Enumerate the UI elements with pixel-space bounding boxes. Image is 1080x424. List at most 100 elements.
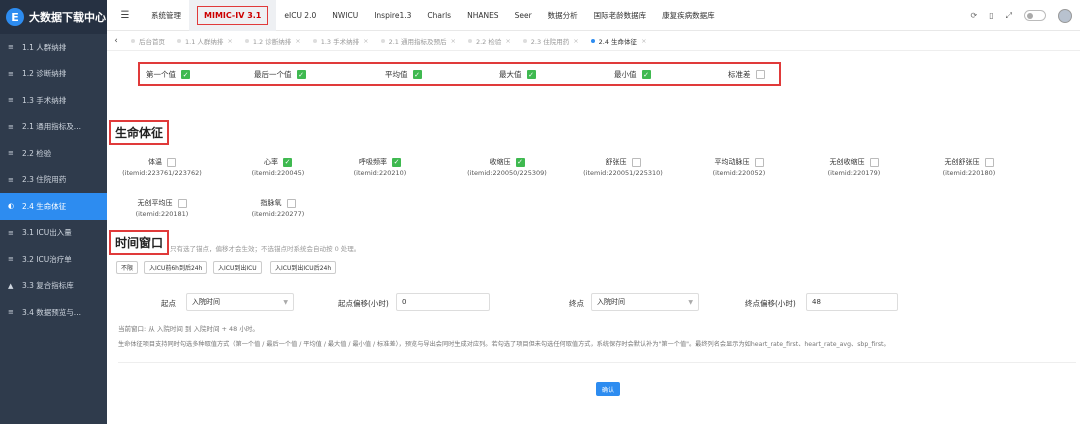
theme-toggle[interactable] — [1024, 10, 1046, 21]
divider — [118, 362, 1076, 363]
quick-btn-icu-6h-24h[interactable]: 入ICU前6h到后24h — [144, 261, 208, 274]
sidebar-item-3-3[interactable]: ▲ 3.3 复合指标库 — [0, 273, 107, 300]
confirm-button[interactable]: 确认 — [596, 382, 620, 396]
nav-tab-aging-db[interactable]: 国际老龄数据库 — [586, 0, 655, 31]
sidebar-item-label: 2.2 检验 — [22, 148, 52, 158]
agg-last[interactable]: 最后一个值 ✓ — [254, 69, 306, 80]
vital-label: 体温 — [148, 158, 162, 166]
checkbox[interactable]: ✓ — [641, 70, 651, 79]
end-select[interactable]: 入院时间 ▼ — [591, 293, 699, 311]
dot-icon — [380, 38, 385, 43]
vital-temperature[interactable]: 体温 (itemid:223761/223762) — [106, 157, 218, 179]
vital-itemid: (itemid:223761/223762) — [122, 169, 202, 177]
nav-tab-nwicu[interactable]: NWICU — [324, 0, 366, 31]
close-icon[interactable]: × — [295, 37, 300, 45]
vital-resp-rate[interactable]: 呼吸频率 ✓ (itemid:220210) — [324, 157, 436, 179]
quick-btn-icu-out-24h[interactable]: 入ICU到出ICU后24h — [270, 261, 337, 274]
page-tab-1-2[interactable]: 1.2 诊断纳排 × — [239, 36, 307, 46]
refresh-icon[interactable]: ⟳ — [970, 11, 977, 20]
agg-min[interactable]: 最小值 ✓ — [614, 69, 651, 80]
vital-itemid: (itemid:220179) — [827, 169, 881, 177]
fullscreen-icon[interactable]: ⤢ — [1006, 11, 1012, 21]
sidebar-item-2-3[interactable]: ≡ 2.3 住院用药 — [0, 167, 107, 194]
nav-tab-system[interactable]: 系统管理 — [143, 0, 189, 31]
checkbox[interactable]: ✓ — [526, 70, 536, 79]
quick-btn-icu-in-out[interactable]: 入ICU到出ICU — [213, 261, 262, 274]
page-tab-1-1[interactable]: 1.1 人群纳排 × — [171, 36, 239, 46]
page-tab-2-3[interactable]: 2.3 住院用药 × — [517, 36, 585, 46]
avatar[interactable] — [1058, 8, 1072, 23]
vital-map[interactable]: 平均动脉压 (itemid:220052) — [683, 157, 795, 179]
start-select[interactable]: 入院时间 ▼ — [186, 293, 294, 311]
checkbox[interactable] — [755, 70, 765, 79]
checkbox[interactable]: ✓ — [392, 158, 401, 167]
nav-tab-rehab-db[interactable]: 康复疾病数据库 — [654, 0, 723, 31]
checkbox[interactable] — [177, 199, 187, 208]
app-logo[interactable]: E 大数据下载中心 — [0, 0, 107, 34]
list-icon: ≡ — [8, 69, 14, 78]
checkbox[interactable]: ✓ — [296, 70, 306, 79]
agg-max[interactable]: 最大值 ✓ — [499, 69, 536, 80]
close-icon[interactable]: × — [363, 37, 368, 45]
page-tab-label: 1.2 诊断纳排 — [252, 37, 292, 46]
page-tab-label: 2.3 住院用药 — [530, 37, 570, 46]
agg-first[interactable]: 第一个值 ✓ — [146, 69, 190, 80]
start-offset-input[interactable]: 0 — [396, 293, 490, 311]
nav-tab-charls[interactable]: Charls — [419, 0, 459, 31]
sidebar-item-1-2[interactable]: ≡ 1.2 诊断纳排 — [0, 61, 107, 88]
vital-nbp-mean[interactable]: 无创平均压 (itemid:220181) — [106, 198, 218, 220]
sidebar-item-1-1[interactable]: ≡ 1.1 人群纳排 — [0, 34, 107, 61]
close-icon[interactable]: × — [641, 37, 646, 45]
chevron-left-icon[interactable]: ‹ — [107, 36, 125, 46]
nav-tab-mimic[interactable]: MIMIC-IV 3.1 — [189, 0, 277, 31]
page-tab-strip: ‹ 后台首页 1.1 人群纳排 × 1.2 诊断纳排 × 1.3 手术纳排 × 2.1… — [107, 31, 1080, 51]
menu-toggle-icon[interactable]: ☰ — [107, 10, 143, 21]
sidebar-item-label: 1.3 手术纳排 — [22, 95, 67, 105]
checkbox[interactable] — [167, 158, 176, 167]
sidebar-item-3-4[interactable]: ≡ 3.4 数据预览与... — [0, 299, 107, 326]
checkbox[interactable]: ✓ — [412, 70, 422, 79]
sidebar-item-2-1[interactable]: ≡ 2.1 通用指标及... — [0, 114, 107, 141]
checkbox[interactable] — [286, 199, 296, 208]
vital-dbp[interactable]: 舒张压 (itemid:220051/225310) — [567, 157, 679, 179]
checkbox[interactable] — [754, 158, 764, 167]
nav-right-tools: ⟳ ▯ ⤢ — [970, 0, 1072, 31]
nav-tab-analysis[interactable]: 数据分析 — [540, 0, 586, 31]
close-icon[interactable]: × — [573, 37, 578, 45]
nav-tab-inspire[interactable]: Inspire1.3 — [366, 0, 419, 31]
agg-avg[interactable]: 平均值 ✓ — [385, 69, 422, 80]
end-select-value: 入院时间 — [597, 298, 625, 306]
quick-btn-unlimited[interactable]: 不限 — [116, 261, 139, 274]
end-offset-input[interactable]: 48 — [806, 293, 898, 311]
vital-sbp[interactable]: 收缩压 ✓ (itemid:220050/225309) — [451, 157, 563, 179]
checkbox[interactable]: ✓ — [181, 70, 190, 79]
agg-label: 最小值 — [614, 70, 637, 79]
nav-tab-nhanes[interactable]: NHANES — [459, 0, 507, 31]
checkbox[interactable]: ✓ — [515, 158, 525, 167]
checkbox[interactable] — [869, 158, 879, 167]
close-icon[interactable]: × — [227, 37, 232, 45]
page-tab-1-3[interactable]: 1.3 手术纳排 × — [307, 36, 375, 46]
nav-tab-seer[interactable]: Seer — [507, 0, 540, 31]
sidebar-item-3-2[interactable]: ≡ 3.2 ICU治疗单 — [0, 246, 107, 273]
sidebar-item-1-3[interactable]: ≡ 1.3 手术纳排 — [0, 87, 107, 114]
sidebar-item-2-4[interactable]: ◐ 2.4 生命体征 — [0, 193, 107, 220]
page-tab-home[interactable]: 后台首页 — [125, 36, 171, 46]
vital-nbp-dia[interactable]: 无创舒张压 (itemid:220180) — [913, 157, 1025, 179]
page-tab-2-1[interactable]: 2.1 通用指标及预后 × — [375, 36, 462, 46]
document-icon[interactable]: ▯ — [989, 11, 993, 20]
vital-heart-rate[interactable]: 心率 ✓ (itemid:220045) — [222, 157, 334, 179]
vital-nbp-sys[interactable]: 无创收缩压 (itemid:220179) — [798, 157, 910, 179]
checkbox[interactable]: ✓ — [283, 158, 292, 167]
sidebar-item-2-2[interactable]: ≡ 2.2 检验 — [0, 140, 107, 167]
close-icon[interactable]: × — [505, 37, 510, 45]
agg-std[interactable]: 标准差 — [728, 69, 765, 80]
vital-spo2[interactable]: 指脉氧 (itemid:220277) — [222, 198, 334, 220]
page-tab-2-2[interactable]: 2.2 检验 × — [462, 36, 517, 46]
checkbox[interactable] — [631, 158, 641, 167]
sidebar-item-3-1[interactable]: ≡ 3.1 ICU出入量 — [0, 220, 107, 247]
close-icon[interactable]: × — [450, 37, 455, 45]
nav-tab-eicu[interactable]: eICU 2.0 — [276, 0, 324, 31]
checkbox[interactable] — [984, 158, 994, 167]
page-tab-2-4[interactable]: 2.4 生命体征 × — [585, 36, 653, 46]
